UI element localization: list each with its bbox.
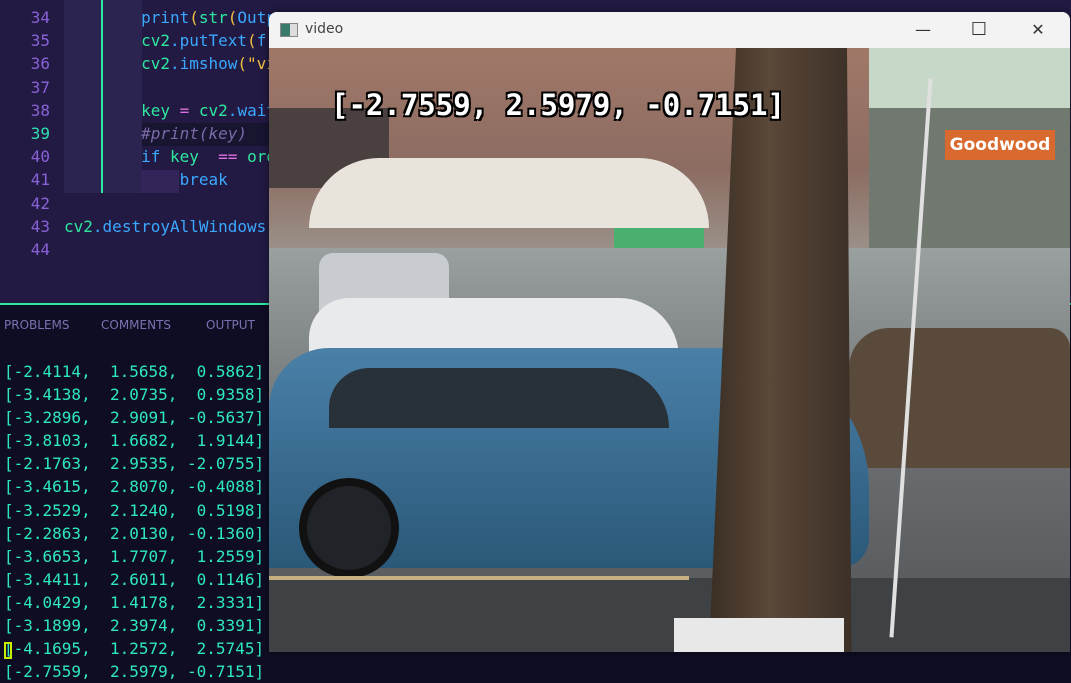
video-frame: Goodwood [-2.7559, 2.5979, -0.7151] bbox=[269, 48, 1070, 652]
line-number: 37 bbox=[30, 77, 50, 97]
line-number: 35 bbox=[30, 31, 50, 51]
terminal-line: [-3.6653, 1.7707, 1.2559] bbox=[4, 546, 265, 566]
window-titlebar[interactable]: video — ☐ ✕ bbox=[269, 12, 1070, 48]
tree-base-paint bbox=[674, 618, 844, 652]
terminal-line: [-3.4411, 2.6011, 0.1146] bbox=[4, 569, 265, 589]
maximize-button[interactable]: ☐ bbox=[956, 12, 1002, 48]
terminal-output[interactable]: [-2.4114, 1.5658, 0.5862] [-3.4138, 2.073… bbox=[4, 360, 264, 683]
terminal-line: [-3.8103, 1.6682, 1.9144] bbox=[4, 431, 265, 451]
terminal-line: [-3.4138, 2.0735, 0.9358] bbox=[4, 385, 265, 405]
arch-gate bbox=[309, 158, 709, 228]
terminal-line: [-3.2529, 2.1240, 0.5198] bbox=[4, 500, 265, 520]
storefront bbox=[869, 108, 1070, 248]
sky-patch bbox=[869, 48, 1070, 108]
terminal-line: [-2.7559, 2.5979, -0.7151] bbox=[4, 662, 265, 682]
brown-car bbox=[849, 328, 1070, 468]
code-line[interactable]: break bbox=[64, 168, 228, 191]
video-window[interactable]: video — ☐ ✕ Goodwood [-2.7559, 2.5979, -… bbox=[269, 12, 1070, 652]
line-number: 36 bbox=[30, 54, 50, 74]
code-line[interactable]: cv2.destroyAllWindows() bbox=[64, 215, 286, 238]
road bbox=[269, 578, 1070, 652]
prediction-overlay-text: [-2.7559, 2.5979, -0.7151] bbox=[331, 88, 785, 122]
car-windows bbox=[329, 368, 669, 428]
terminal-line: [-3.1899, 2.3974, 0.3391] bbox=[4, 616, 265, 636]
terminal-cursor bbox=[4, 642, 12, 659]
code-line[interactable]: cv2.imshow("vi bbox=[64, 52, 276, 75]
minimize-button[interactable]: — bbox=[900, 12, 946, 48]
tab-problems[interactable]: PROBLEMS bbox=[4, 318, 70, 332]
tab-output[interactable]: OUTPUT bbox=[206, 318, 255, 332]
car-wheel bbox=[299, 478, 399, 578]
code-line[interactable]: key = cv2.wait bbox=[64, 99, 276, 122]
code-line[interactable]: if key == ord bbox=[64, 145, 276, 168]
app-icon bbox=[280, 23, 298, 37]
line-number: 42 bbox=[30, 193, 50, 213]
line-number: 41 bbox=[30, 170, 50, 190]
terminal-line: [-4.1695, 1.2572, 2.5745] bbox=[4, 639, 265, 659]
line-number: 38 bbox=[30, 100, 50, 120]
line-number: 34 bbox=[30, 8, 50, 27]
code-line[interactable]: #print(key) bbox=[64, 122, 247, 145]
code-line[interactable]: print(str(Outp bbox=[64, 6, 276, 29]
line-number: 40 bbox=[30, 147, 50, 167]
code-line[interactable]: cv2.putText(fr bbox=[64, 29, 276, 52]
terminal-line: [-4.0429, 1.4178, 2.3331] bbox=[4, 592, 265, 612]
tab-comments[interactable]: COMMENTS bbox=[101, 318, 171, 332]
line-number: 43 bbox=[30, 216, 50, 236]
window-title: video bbox=[305, 21, 344, 37]
terminal-line: [-2.4114, 1.5658, 0.5862] bbox=[4, 362, 265, 381]
terminal-line: [-3.2896, 2.9091, -0.5637] bbox=[4, 408, 265, 428]
line-number: 39 bbox=[30, 124, 50, 143]
terminal-line: [-3.4615, 2.8070, -0.4088] bbox=[4, 477, 265, 497]
terminal-line: [-2.2863, 2.0130, -0.1360] bbox=[4, 523, 265, 543]
close-button[interactable]: ✕ bbox=[1015, 12, 1061, 48]
terminal-line: [-2.1763, 2.9535, -2.0755] bbox=[4, 454, 265, 474]
line-number: 44 bbox=[30, 240, 50, 259]
road-marking bbox=[269, 576, 689, 580]
store-sign: Goodwood bbox=[945, 130, 1055, 160]
